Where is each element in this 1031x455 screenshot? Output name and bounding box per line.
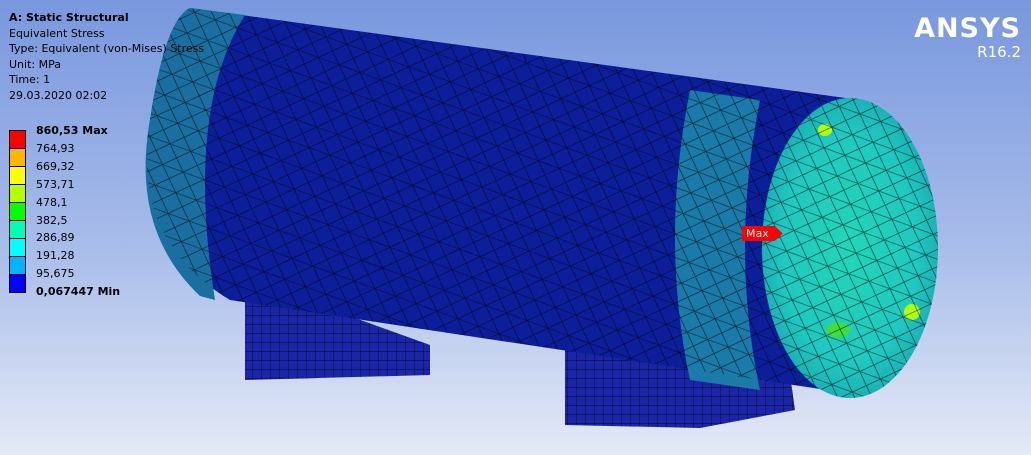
legend-label: 478,1	[36, 195, 68, 209]
legend-label: 764,93	[36, 141, 75, 155]
ansys-logo: ANSYS R16.2	[914, 13, 1021, 61]
legend-swatch	[10, 185, 25, 203]
legend-swatch	[10, 239, 25, 257]
legend-swatch	[10, 149, 25, 167]
brand-name: ANSYS	[914, 13, 1021, 44]
tank-end-cap	[762, 98, 938, 398]
result-date: 29.03.2020 02:02	[9, 88, 108, 102]
legend-label: 860,53 Max	[36, 124, 108, 137]
result-unit: Unit: MPa	[9, 57, 61, 71]
result-info: A: Static Structural Equivalent Stress T…	[9, 10, 204, 103]
result-time: Time: 1	[9, 73, 51, 86]
legend-label: 286,89	[36, 231, 75, 245]
result-name: Equivalent Stress	[9, 26, 105, 40]
legend-swatch	[10, 221, 25, 239]
legend-swatch	[10, 131, 25, 149]
legend-swatch	[10, 203, 25, 221]
legend-swatch	[10, 257, 25, 275]
legend-label: 191,28	[36, 249, 75, 263]
legend-swatch	[10, 167, 25, 185]
result-type: Type: Equivalent (von-Mises) Stress	[9, 42, 205, 55]
legend-label: 382,5	[36, 213, 68, 227]
analysis-title: A: Static Structural	[9, 11, 129, 24]
brand-version: R16.2	[977, 43, 1021, 61]
legend-swatch	[10, 275, 25, 292]
legend-label: 95,675	[36, 267, 75, 281]
legend-label: 0,067447 Min	[36, 285, 121, 299]
legend-label: 669,32	[36, 159, 75, 173]
max-probe-label[interactable]: Max	[742, 226, 783, 241]
legend-color-bar	[9, 130, 26, 293]
legend-label: 573,71	[36, 177, 75, 191]
